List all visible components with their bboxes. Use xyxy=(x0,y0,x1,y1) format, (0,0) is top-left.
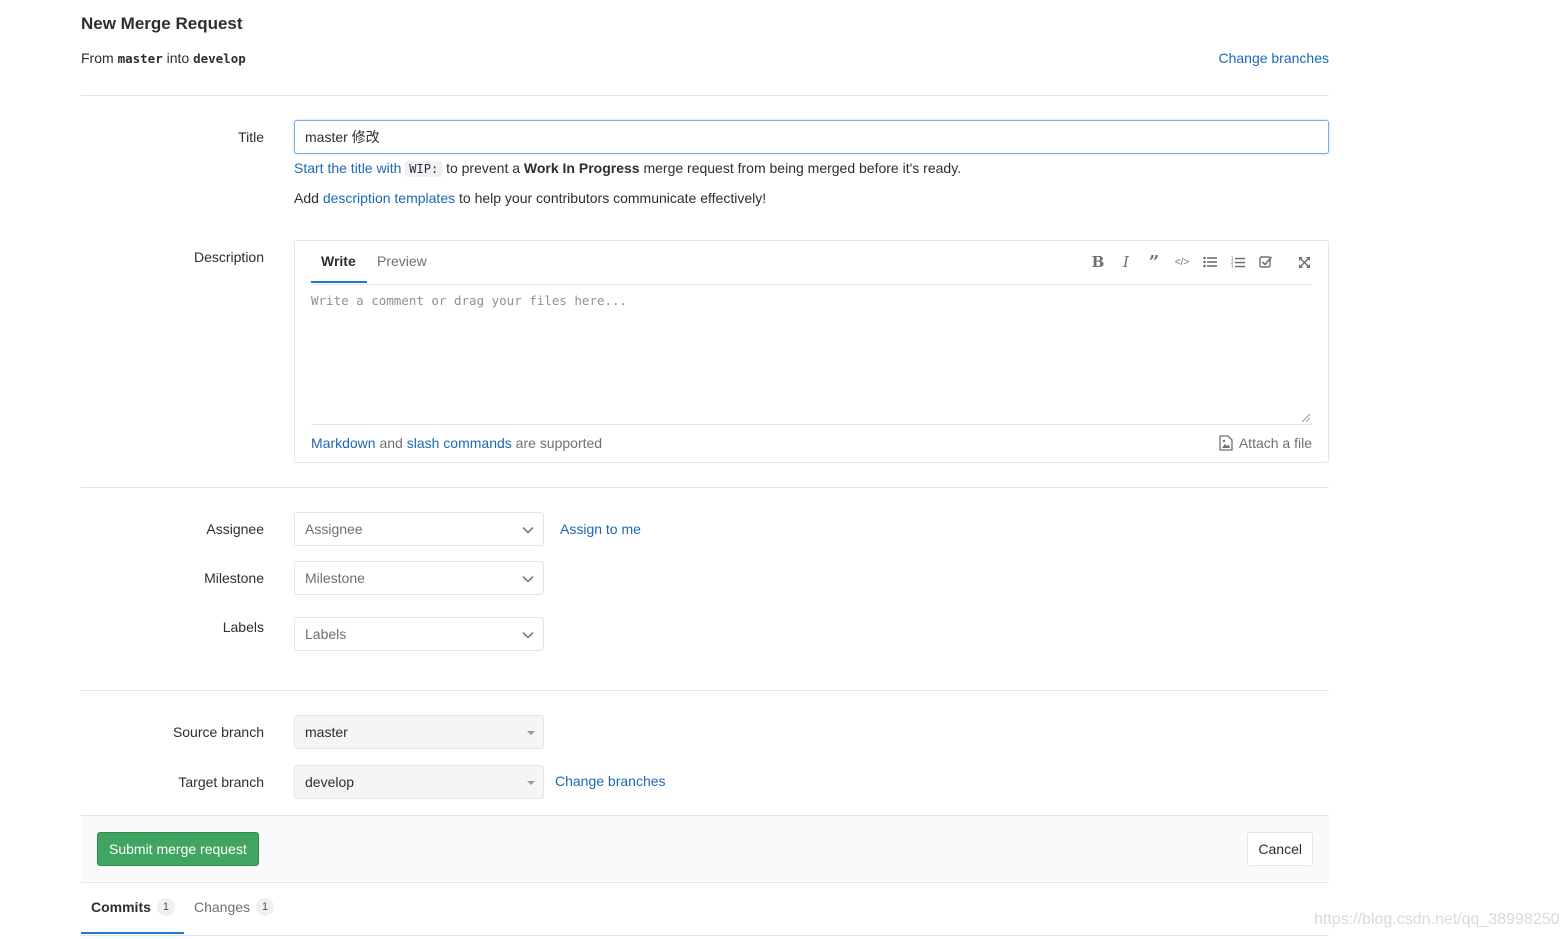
cancel-button[interactable]: Cancel xyxy=(1247,832,1313,866)
title-input[interactable] xyxy=(294,120,1329,154)
tab-changes[interactable]: Changes 1 xyxy=(194,898,275,916)
attach-file-label: Attach a file xyxy=(1238,435,1312,451)
code-icon[interactable]: </> xyxy=(1172,251,1192,273)
assignee-label: Assignee xyxy=(206,521,264,537)
caret-down-icon xyxy=(527,781,535,785)
divider xyxy=(81,487,1329,488)
active-tab-underline xyxy=(81,932,184,934)
merge-request-tabs: Commits 1 Changes 1 xyxy=(81,884,1329,936)
quote-icon[interactable]: ” xyxy=(1144,251,1164,273)
source-branch-select[interactable]: master xyxy=(294,715,544,749)
into-text: into xyxy=(166,50,190,66)
from-prefix: From xyxy=(81,50,114,66)
changes-count-badge: 1 xyxy=(256,898,275,916)
numbered-list-icon[interactable]: 123 xyxy=(1228,251,1248,273)
target-branch-label: Target branch xyxy=(178,774,264,790)
watermark: https://blog.csdn.net/qq_38998250 xyxy=(1314,911,1560,928)
form-actions: Submit merge request Cancel xyxy=(81,815,1329,883)
templates-hint: Add description templates to help your c… xyxy=(294,190,767,206)
file-image-icon xyxy=(1219,435,1233,451)
divider xyxy=(81,690,1329,691)
branch-summary: From master into develop xyxy=(81,50,246,66)
divider xyxy=(81,95,1329,96)
source-branch-label: Source branch xyxy=(172,724,264,740)
source-branch-name: master xyxy=(117,51,163,66)
page-title: New Merge Request xyxy=(81,14,243,33)
markdown-support-note: Markdown and slash commands are supporte… xyxy=(311,435,603,451)
chevron-down-icon xyxy=(522,575,534,583)
change-branches-link[interactable]: Change branches xyxy=(555,773,666,789)
attach-file-button[interactable]: Attach a file xyxy=(1219,435,1312,451)
svg-text:3: 3 xyxy=(1231,264,1234,269)
title-label: Title xyxy=(238,129,264,145)
wip-hint-text2: merge request from being merged before i… xyxy=(643,160,962,176)
chevron-down-icon xyxy=(522,631,534,639)
target-branch-select[interactable]: develop xyxy=(294,765,544,799)
fullscreen-icon[interactable] xyxy=(1294,251,1314,273)
wip-hint-text1: to prevent a xyxy=(446,160,521,176)
wip-hint-bold: Work In Progress xyxy=(523,160,640,176)
target-branch-name: develop xyxy=(193,51,246,66)
description-editor: Write Preview B I ” </> 123 Markdown xyxy=(294,240,1329,463)
tab-write[interactable]: Write xyxy=(321,253,356,269)
slash-commands-link[interactable]: slash commands xyxy=(407,435,512,451)
tab-commits[interactable]: Commits 1 xyxy=(91,898,175,916)
labels-label: Labels xyxy=(222,619,264,635)
bold-icon[interactable]: B xyxy=(1088,251,1108,273)
editor-tabs: Write Preview B I ” </> 123 xyxy=(311,241,1312,285)
labels-dropdown[interactable]: Labels xyxy=(294,617,544,651)
editor-footer: Markdown and slash commands are supporte… xyxy=(311,424,1312,463)
task-list-icon[interactable] xyxy=(1256,251,1276,273)
assign-to-me-link[interactable]: Assign to me xyxy=(560,521,641,537)
commits-count-badge: 1 xyxy=(156,898,175,916)
markdown-toolbar: B I ” </> 123 xyxy=(1082,251,1312,273)
markdown-link[interactable]: Markdown xyxy=(311,435,376,451)
submit-merge-request-button[interactable]: Submit merge request xyxy=(97,832,259,866)
change-branches-link-top[interactable]: Change branches xyxy=(1218,50,1329,66)
resize-grip-icon[interactable] xyxy=(1301,413,1311,423)
wip-code: WIP: xyxy=(405,161,443,177)
italic-icon[interactable]: I xyxy=(1116,251,1136,273)
bullet-list-icon[interactable] xyxy=(1200,251,1220,273)
description-templates-link[interactable]: description templates xyxy=(323,190,455,206)
milestone-dropdown[interactable]: Milestone xyxy=(294,561,544,595)
milestone-label: Milestone xyxy=(204,570,264,586)
description-textarea[interactable] xyxy=(311,293,1312,423)
wip-hint: Start the title with WIP: to prevent a W… xyxy=(294,160,962,177)
description-label: Description xyxy=(193,249,264,265)
wip-hint-link[interactable]: Start the title with WIP: xyxy=(294,160,443,177)
caret-down-icon xyxy=(527,731,535,735)
chevron-down-icon xyxy=(522,526,534,534)
assignee-dropdown[interactable]: Assignee xyxy=(294,512,544,546)
tab-preview[interactable]: Preview xyxy=(377,253,427,269)
active-tab-underline xyxy=(311,281,367,283)
